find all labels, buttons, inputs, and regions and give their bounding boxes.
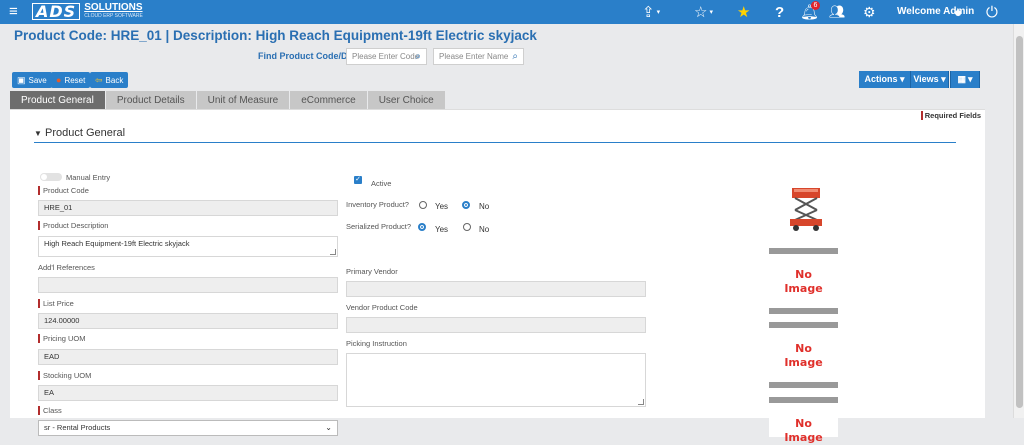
logo-tagline: CLOUD ERP SOFTWARE <box>84 12 143 19</box>
addl-references-label: Add'l References <box>38 263 95 272</box>
share-icon[interactable]: ⇪ ▾ <box>642 3 660 21</box>
tab-product-general[interactable]: Product General <box>10 91 105 109</box>
tab-unit-of-measure[interactable]: Unit of Measure <box>196 91 290 109</box>
code-search-input[interactable]: Please Enter Code ⌕ <box>346 48 427 65</box>
save-button[interactable]: ▣ Save <box>12 72 52 88</box>
users-icon[interactable]: 👥︎ <box>829 3 846 21</box>
gear-icon[interactable]: ⚙ <box>863 3 876 21</box>
stocking-uom-field[interactable]: EA <box>38 385 338 401</box>
star-outline-icon[interactable]: ☆ ▾ <box>694 3 713 21</box>
active-label: Active <box>371 179 392 188</box>
product-description-label: Product Description <box>38 221 108 230</box>
scissor-lift-image <box>790 188 822 231</box>
class-select[interactable]: sr - Rental Products ⌄ <box>38 420 338 436</box>
inventory-no-radio[interactable] <box>462 201 470 209</box>
logo-text: SOLUTIONS <box>84 1 143 13</box>
help-icon[interactable]: ? <box>775 3 784 21</box>
addl-references-field[interactable] <box>38 277 338 293</box>
picking-instruction-label: Picking Instruction <box>346 339 407 348</box>
company-logo[interactable]: ADS SOLUTIONS CLOUD ERP SOFTWARE <box>32 1 143 20</box>
picking-instruction-field[interactable] <box>346 353 646 407</box>
scrollbar-thumb[interactable] <box>1016 36 1023 408</box>
class-label: Class <box>38 406 62 415</box>
save-icon: ▣ <box>17 74 26 85</box>
power-icon[interactable]: ⏻ <box>986 3 998 21</box>
pricing-uom-field[interactable]: EAD <box>38 349 338 365</box>
stocking-uom-label: Stocking UOM <box>38 371 91 380</box>
vendor-product-code-field[interactable] <box>346 317 646 333</box>
welcome-text[interactable]: Welcome Admin <box>897 6 974 17</box>
vendor-product-code-label: Vendor Product Code <box>346 303 418 312</box>
inventory-yes-radio[interactable] <box>419 201 427 209</box>
resize-handle-icon[interactable] <box>638 399 644 405</box>
inventory-no-label: No <box>479 202 490 211</box>
vertical-scrollbar[interactable] <box>1013 24 1024 418</box>
form-panel: Required Fields ▼ Product General Manual… <box>10 109 985 444</box>
hamburger-menu-icon[interactable]: ≡ <box>9 3 18 20</box>
pricing-uom-label: Pricing UOM <box>38 334 86 343</box>
product-image[interactable] <box>787 186 825 232</box>
logo-mark: ADS <box>32 3 81 20</box>
serialized-yes-label: Yes <box>435 225 449 234</box>
primary-vendor-field[interactable] <box>346 281 646 297</box>
actions-button[interactable]: Actions ▾ <box>859 71 911 88</box>
page-content: Product Code: HRE_01 | Description: High… <box>6 24 1009 444</box>
inventory-product-label: Inventory Product? <box>346 200 409 209</box>
back-arrow-icon: ⇦ <box>95 74 103 85</box>
tab-product-details[interactable]: Product Details <box>105 91 196 109</box>
product-code-label: Product Code <box>38 186 89 195</box>
user-avatar-icon[interactable]: ● <box>954 3 962 21</box>
inventory-yes-label: Yes <box>435 202 449 211</box>
grid-icon: ▦ <box>957 74 966 84</box>
notification-bell-icon[interactable]: 🔔︎ 6 <box>800 1 820 21</box>
chevron-down-icon: ▼ <box>34 129 42 138</box>
tab-ecommerce[interactable]: eCommerce <box>290 91 367 109</box>
chevron-down-icon: ⌄ <box>325 423 332 432</box>
manual-entry-toggle[interactable] <box>40 173 62 181</box>
tab-user-choice[interactable]: User Choice <box>367 91 445 109</box>
views-button[interactable]: Views ▾ <box>911 71 949 88</box>
tab-bar: Product General Product Details Unit of … <box>10 91 446 109</box>
grid-options-button[interactable]: ▦ ▾ <box>950 71 980 88</box>
list-price-field[interactable]: 124.00000 <box>38 313 338 329</box>
serialized-no-radio[interactable] <box>463 223 471 231</box>
reset-icon: ● <box>56 75 62 85</box>
favorite-star-icon[interactable]: ★ <box>737 3 750 21</box>
section-divider <box>34 142 956 143</box>
no-image-placeholder-1[interactable]: No Image <box>769 248 838 314</box>
section-header[interactable]: ▼ Product General <box>34 127 125 139</box>
serialized-no-label: No <box>479 225 490 234</box>
product-description-field[interactable]: High Reach Equipment-19ft Electric skyja… <box>38 236 338 257</box>
resize-handle-icon[interactable] <box>330 249 336 255</box>
primary-vendor-label: Primary Vendor <box>346 267 398 276</box>
product-code-field[interactable]: HRE_01 <box>38 200 338 216</box>
name-search-input[interactable]: Please Enter Name ⌕ <box>433 48 524 65</box>
active-checkbox[interactable]: ✓ <box>354 176 362 184</box>
top-navbar: ≡ ADS SOLUTIONS CLOUD ERP SOFTWARE ⇪ ▾ ☆ ▾… <box>0 0 1024 24</box>
reset-button[interactable]: ● Reset <box>51 72 91 88</box>
search-icon[interactable]: ⌕ <box>512 49 518 64</box>
manual-entry-label: Manual Entry <box>66 173 111 182</box>
list-price-label: List Price <box>38 299 74 308</box>
back-button[interactable]: ⇦ Back <box>90 72 129 88</box>
no-image-placeholder-3[interactable]: No Image <box>769 397 838 444</box>
required-fields-note: Required Fields <box>920 111 981 120</box>
no-image-placeholder-2[interactable]: No Image <box>769 322 838 388</box>
page-title: Product Code: HRE_01 | Description: High… <box>14 28 537 43</box>
notification-badge: 6 <box>811 1 820 10</box>
serialized-yes-radio[interactable] <box>418 223 426 231</box>
search-icon[interactable]: ⌕ <box>415 49 421 64</box>
serialized-product-label: Serialized Product? <box>346 222 412 231</box>
